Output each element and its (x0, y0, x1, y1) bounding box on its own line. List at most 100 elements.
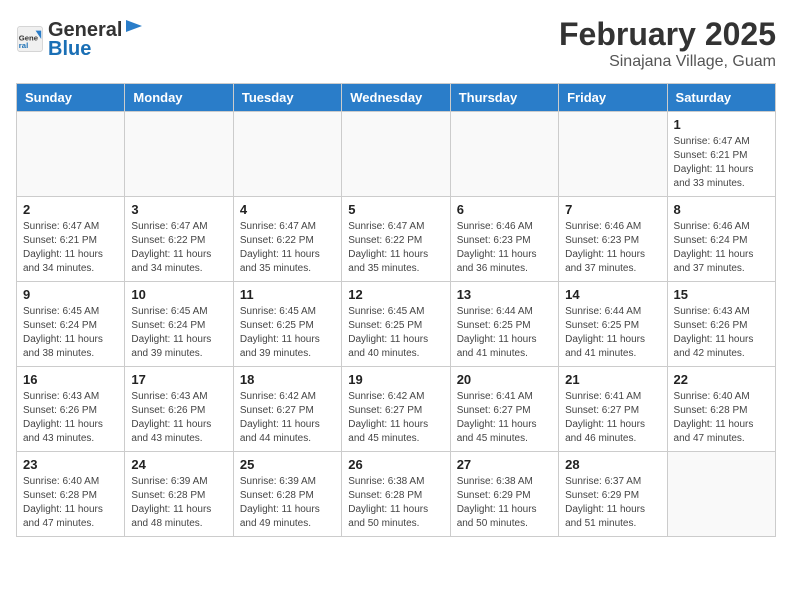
calendar-cell: 17 Sunrise: 6:43 AM Sunset: 6:26 PM Dayli… (125, 367, 233, 452)
calendar-header-monday: Monday (125, 84, 233, 112)
day-number: 10 (131, 287, 226, 302)
day-info: Sunrise: 6:44 AM Sunset: 6:25 PM Dayligh… (565, 305, 660, 361)
calendar-cell: 6 Sunrise: 6:46 AM Sunset: 6:23 PM Daylig… (450, 197, 558, 282)
day-number: 28 (565, 457, 660, 472)
day-info: Sunrise: 6:46 AM Sunset: 6:23 PM Dayligh… (457, 220, 552, 276)
calendar-cell: 3 Sunrise: 6:47 AM Sunset: 6:22 PM Daylig… (125, 197, 233, 282)
day-info: Sunrise: 6:45 AM Sunset: 6:25 PM Dayligh… (348, 305, 443, 361)
day-info: Sunrise: 6:46 AM Sunset: 6:24 PM Dayligh… (674, 220, 769, 276)
day-info: Sunrise: 6:45 AM Sunset: 6:24 PM Dayligh… (131, 305, 226, 361)
day-info: Sunrise: 6:46 AM Sunset: 6:23 PM Dayligh… (565, 220, 660, 276)
day-number: 27 (457, 457, 552, 472)
calendar-cell (342, 112, 450, 197)
calendar-cell: 13Sunrise: 6:44 AM Sunset: 6:25 PM Dayli… (450, 282, 558, 367)
day-info: Sunrise: 6:42 AM Sunset: 6:27 PM Dayligh… (348, 390, 443, 446)
day-number: 21 (565, 372, 660, 387)
day-info: Sunrise: 6:37 AM Sunset: 6:29 PM Dayligh… (565, 475, 660, 531)
day-number: 12 (348, 287, 443, 302)
logo-icon: Gene ral (16, 25, 44, 53)
svg-text:ral: ral (19, 41, 28, 50)
calendar-cell: 19Sunrise: 6:42 AM Sunset: 6:27 PM Dayli… (342, 367, 450, 452)
calendar-cell: 18 Sunrise: 6:42 AM Sunset: 6:27 PM Dayli… (233, 367, 341, 452)
calendar-cell (450, 112, 558, 197)
calendar-cell: 24 Sunrise: 6:39 AM Sunset: 6:28 PM Dayli… (125, 452, 233, 537)
day-number: 20 (457, 372, 552, 387)
day-info: Sunrise: 6:47 AM Sunset: 6:21 PM Dayligh… (23, 220, 118, 276)
day-info: Sunrise: 6:38 AM Sunset: 6:28 PM Dayligh… (348, 475, 443, 531)
day-number: 6 (457, 202, 552, 217)
day-info: Sunrise: 6:45 AM Sunset: 6:25 PM Dayligh… (240, 305, 335, 361)
calendar-cell: 20 Sunrise: 6:41 AM Sunset: 6:27 PM Dayli… (450, 367, 558, 452)
calendar-cell (233, 112, 341, 197)
calendar-header-wednesday: Wednesday (342, 84, 450, 112)
day-info: Sunrise: 6:40 AM Sunset: 6:28 PM Dayligh… (23, 475, 118, 531)
day-number: 1 (674, 117, 769, 132)
location-title: Sinajana Village, Guam (559, 53, 776, 71)
day-info: Sunrise: 6:47 AM Sunset: 6:22 PM Dayligh… (348, 220, 443, 276)
calendar-week-row-1: 1 Sunrise: 6:47 AM Sunset: 6:21 PM Daylig… (17, 112, 776, 197)
day-number: 4 (240, 202, 335, 217)
calendar-cell: 8 Sunrise: 6:46 AM Sunset: 6:24 PM Daylig… (667, 197, 775, 282)
calendar-cell: 11 Sunrise: 6:45 AM Sunset: 6:25 PM Dayli… (233, 282, 341, 367)
day-number: 13 (457, 287, 552, 302)
day-number: 5 (348, 202, 443, 217)
calendar-cell (125, 112, 233, 197)
calendar-week-row-4: 16 Sunrise: 6:43 AM Sunset: 6:26 PM Dayli… (17, 367, 776, 452)
day-number: 18 (240, 372, 335, 387)
calendar-week-row-2: 2Sunrise: 6:47 AM Sunset: 6:21 PM Daylig… (17, 197, 776, 282)
logo: Gene ral General Blue (16, 16, 144, 61)
calendar-cell (559, 112, 667, 197)
calendar-cell: 23 Sunrise: 6:40 AM Sunset: 6:28 PM Dayli… (17, 452, 125, 537)
calendar-header-sunday: Sunday (17, 84, 125, 112)
calendar-cell: 7 Sunrise: 6:46 AM Sunset: 6:23 PM Daylig… (559, 197, 667, 282)
page-header: Gene ral General Blue February 2025 Sina… (16, 16, 776, 71)
calendar-week-row-3: 9 Sunrise: 6:45 AM Sunset: 6:24 PM Daylig… (17, 282, 776, 367)
calendar-header-friday: Friday (559, 84, 667, 112)
day-number: 16 (23, 372, 118, 387)
calendar-cell: 9 Sunrise: 6:45 AM Sunset: 6:24 PM Daylig… (17, 282, 125, 367)
calendar-cell: 10 Sunrise: 6:45 AM Sunset: 6:24 PM Dayli… (125, 282, 233, 367)
day-info: Sunrise: 6:41 AM Sunset: 6:27 PM Dayligh… (457, 390, 552, 446)
logo-text: General Blue (48, 16, 144, 61)
day-number: 24 (131, 457, 226, 472)
calendar-cell: 14 Sunrise: 6:44 AM Sunset: 6:25 PM Dayli… (559, 282, 667, 367)
day-info: Sunrise: 6:47 AM Sunset: 6:22 PM Dayligh… (131, 220, 226, 276)
day-number: 11 (240, 287, 335, 302)
day-info: Sunrise: 6:47 AM Sunset: 6:22 PM Dayligh… (240, 220, 335, 276)
day-info: Sunrise: 6:47 AM Sunset: 6:21 PM Dayligh… (674, 135, 769, 191)
day-info: Sunrise: 6:42 AM Sunset: 6:27 PM Dayligh… (240, 390, 335, 446)
day-number: 26 (348, 457, 443, 472)
calendar-header-saturday: Saturday (667, 84, 775, 112)
day-info: Sunrise: 6:45 AM Sunset: 6:24 PM Dayligh… (23, 305, 118, 361)
calendar-cell: 25 Sunrise: 6:39 AM Sunset: 6:28 PM Dayli… (233, 452, 341, 537)
day-info: Sunrise: 6:39 AM Sunset: 6:28 PM Dayligh… (131, 475, 226, 531)
calendar-cell: 1 Sunrise: 6:47 AM Sunset: 6:21 PM Daylig… (667, 112, 775, 197)
day-info: Sunrise: 6:40 AM Sunset: 6:28 PM Dayligh… (674, 390, 769, 446)
calendar-header-tuesday: Tuesday (233, 84, 341, 112)
day-number: 23 (23, 457, 118, 472)
day-number: 7 (565, 202, 660, 217)
calendar-cell: 16Sunrise: 6:43 AM Sunset: 6:26 PM Dayli… (17, 367, 125, 452)
calendar-cell: 27 Sunrise: 6:38 AM Sunset: 6:29 PM Dayli… (450, 452, 558, 537)
calendar-cell: 5 Sunrise: 6:47 AM Sunset: 6:22 PM Daylig… (342, 197, 450, 282)
calendar-cell (667, 452, 775, 537)
day-info: Sunrise: 6:38 AM Sunset: 6:29 PM Dayligh… (457, 475, 552, 531)
day-number: 22 (674, 372, 769, 387)
day-number: 14 (565, 287, 660, 302)
day-number: 3 (131, 202, 226, 217)
calendar-cell: 28 Sunrise: 6:37 AM Sunset: 6:29 PM Dayli… (559, 452, 667, 537)
calendar-cell: 26 Sunrise: 6:38 AM Sunset: 6:28 PM Dayli… (342, 452, 450, 537)
day-info: Sunrise: 6:43 AM Sunset: 6:26 PM Dayligh… (674, 305, 769, 361)
day-info: Sunrise: 6:43 AM Sunset: 6:26 PM Dayligh… (131, 390, 226, 446)
day-number: 25 (240, 457, 335, 472)
calendar-header-row: SundayMondayTuesdayWednesdayThursdayFrid… (17, 84, 776, 112)
day-number: 17 (131, 372, 226, 387)
day-info: Sunrise: 6:41 AM Sunset: 6:27 PM Dayligh… (565, 390, 660, 446)
logo-arrow-icon (124, 16, 144, 36)
day-number: 8 (674, 202, 769, 217)
day-info: Sunrise: 6:39 AM Sunset: 6:28 PM Dayligh… (240, 475, 335, 531)
calendar-week-row-5: 23 Sunrise: 6:40 AM Sunset: 6:28 PM Dayli… (17, 452, 776, 537)
calendar-cell (17, 112, 125, 197)
day-number: 9 (23, 287, 118, 302)
calendar-cell: 21 Sunrise: 6:41 AM Sunset: 6:27 PM Dayli… (559, 367, 667, 452)
